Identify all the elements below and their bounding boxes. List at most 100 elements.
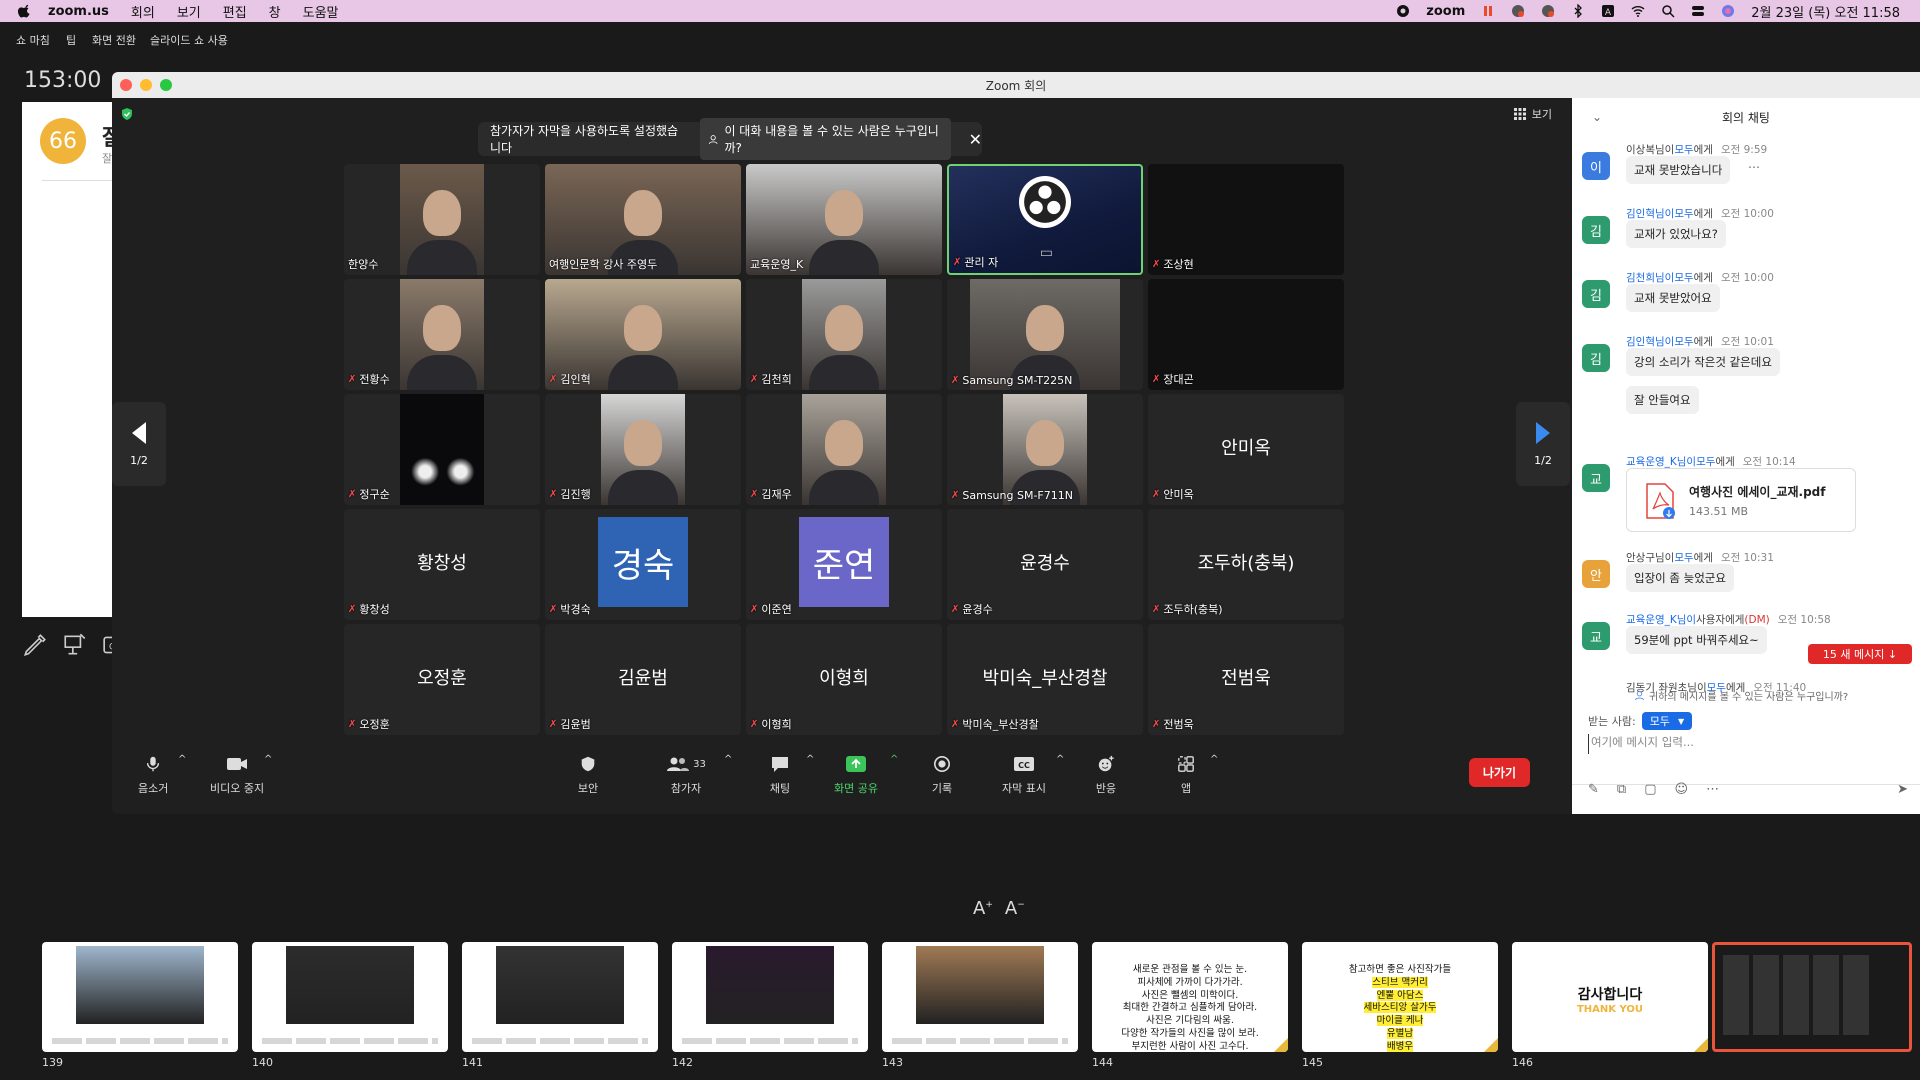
slide-thumbnail[interactable] [672, 942, 868, 1052]
participant-tile[interactable]: 이형희 ✗ 이형희 [746, 624, 942, 735]
participant-tile[interactable]: ✗ 정구순 [344, 394, 540, 505]
stop-video-button[interactable]: 비디오 중지 [210, 754, 264, 796]
participant-tile[interactable]: ▭ ✗ 관리 자 [947, 164, 1143, 275]
apps-options-chevron-icon[interactable]: ^ [1210, 754, 1218, 765]
video-options-chevron-icon[interactable]: ^ [264, 754, 272, 765]
captions-options-chevron-icon[interactable]: ^ [1056, 754, 1064, 765]
pause-icon[interactable] [1481, 4, 1495, 18]
show-captions-button[interactable]: CC 자막 표시 [1002, 754, 1046, 796]
increase-font-icon[interactable]: A+ [973, 898, 993, 919]
chat-status-icon[interactable] [1511, 4, 1525, 18]
participant-tile[interactable]: 경숙 ✗ 박경숙 [545, 509, 741, 620]
next-page-button[interactable]: 1/2 [1516, 402, 1570, 486]
send-icon[interactable]: ➤ [1897, 782, 1908, 797]
sender-name[interactable]: 이상복님이 [1626, 144, 1674, 156]
record-status-icon[interactable] [1396, 4, 1410, 18]
slide-thumbnail[interactable]: 감사합니다 THANK YOU [1512, 942, 1708, 1052]
sender-name[interactable]: 교육운영_K님이 [1626, 614, 1696, 626]
apps-button[interactable]: 앱 [1174, 754, 1198, 796]
recipient-dropdown[interactable]: 모두 ▼ [1641, 712, 1693, 730]
participants-button[interactable]: 33 참가자 [666, 754, 706, 796]
menu-meeting[interactable]: 회의 [131, 2, 155, 21]
participant-tile[interactable]: 윤경수 ✗ 윤경수 [947, 509, 1143, 620]
wifi-icon[interactable] [1631, 4, 1645, 18]
new-messages-button[interactable]: 15 새 메시지 ↓ [1808, 644, 1912, 664]
menu-help[interactable]: 도움말 [303, 2, 339, 21]
caption-visibility-button[interactable]: 이 대화 내용을 볼 수 있는 사람은 누구입니까? [700, 118, 951, 160]
participant-tile[interactable]: 교육운영_K [746, 164, 942, 275]
more-icon[interactable]: ⋯ [1706, 782, 1719, 797]
participant-tile[interactable]: 전범욱 ✗ 전범욱 [1148, 624, 1344, 735]
close-window-icon[interactable] [120, 79, 132, 91]
leave-meeting-button[interactable]: 나가기 [1468, 758, 1530, 787]
encryption-shield-icon[interactable] [120, 106, 134, 120]
slideshow-use-button[interactable]: 슬라이드 쇼 사용 [150, 32, 228, 48]
slide-thumbnail[interactable] [882, 942, 1078, 1052]
message-visibility-link[interactable]: 귀하의 메시지를 볼 수 있는 사람은 누구입니까? [1634, 688, 1848, 703]
input-source-icon[interactable]: A [1601, 4, 1615, 18]
zoom-status-label[interactable]: zoom [1426, 4, 1465, 19]
participant-tile[interactable]: 박미숙_부산경찰 ✗ 박미숙_부산경찰 [947, 624, 1143, 735]
menu-window[interactable]: 창 [269, 2, 281, 21]
decrease-font-icon[interactable]: A− [1005, 898, 1025, 919]
screen-share-status-icon[interactable] [1541, 4, 1555, 18]
chat-options-chevron-icon[interactable]: ^ [806, 754, 814, 765]
sender-name[interactable]: 교육운영_K님이 [1626, 456, 1696, 468]
format-icon[interactable]: ✎ [1588, 782, 1599, 797]
participant-tile[interactable]: 황창성 ✗ 황창성 [344, 509, 540, 620]
participant-tile[interactable]: ✗ 김재우 [746, 394, 942, 505]
maximize-window-icon[interactable] [160, 79, 172, 91]
security-button[interactable]: 보안 [576, 754, 600, 796]
participant-tile[interactable]: 여행인문학 강사 주영두 [545, 164, 741, 275]
participant-tile[interactable]: 조두하(충북) ✗ 조두하(충북) [1148, 509, 1344, 620]
file-attachment[interactable]: 여행사진 에세이_교재.pdf 143.51 MB [1626, 468, 1856, 532]
participant-tile[interactable]: ✗ 김천희 [746, 279, 942, 390]
chat-message-input[interactable]: 여기에 메시지 입력... [1588, 734, 1908, 754]
participant-tile[interactable]: 김윤범 ✗ 김윤범 [545, 624, 741, 735]
siri-icon[interactable] [1721, 4, 1735, 18]
share-screen-button[interactable]: 화면 공유 [834, 754, 878, 796]
switch-display-button[interactable]: 화면 전환 [92, 32, 136, 48]
participant-tile[interactable]: ✗ 김인혁 [545, 279, 741, 390]
sender-name[interactable]: 김천희님이 [1626, 272, 1674, 284]
participant-tile[interactable]: ✗ 장대곤 [1148, 279, 1344, 390]
slide-thumbnail[interactable] [252, 942, 448, 1052]
screenshot-icon[interactable]: ⧉ [1617, 782, 1626, 797]
pointer-icon[interactable] [62, 632, 88, 663]
participant-tile[interactable]: 준연 ✗ 이준연 [746, 509, 942, 620]
message-more-icon[interactable]: ⋯ [1748, 160, 1760, 174]
chat-button[interactable]: 채팅 [768, 754, 792, 796]
mute-button[interactable]: 음소거 [138, 754, 168, 796]
slide-thumbnail[interactable]: 참고하면 좋은 사진작가들 스티브 맥커리 엔뿔 아담스 세바스티앙 살가두 마이클 케… [1302, 942, 1498, 1052]
sender-name[interactable]: 안상구님이 [1626, 552, 1674, 564]
menu-edit[interactable]: 편집 [223, 2, 247, 21]
slide-thumbnail[interactable]: 새로운 관점을 볼 수 있는 눈. 피사체에 가까이 다가가라. 사진은 뺄셈의 미… [1092, 942, 1288, 1052]
bluetooth-icon[interactable] [1571, 3, 1585, 19]
slide-thumbnail[interactable] [462, 942, 658, 1052]
participants-options-chevron-icon[interactable]: ^ [724, 754, 732, 765]
slide-thumbnail[interactable] [1712, 942, 1912, 1052]
record-button[interactable]: 기록 [930, 754, 954, 796]
audio-options-chevron-icon[interactable]: ^ [178, 754, 186, 765]
spotlight-search-icon[interactable] [1661, 4, 1675, 18]
reactions-button[interactable]: 반응 [1094, 754, 1118, 796]
end-show-button[interactable]: 쇼 마침 [16, 32, 50, 48]
sender-name[interactable]: 김인혁님이 [1626, 208, 1674, 220]
menu-app[interactable]: zoom.us [48, 4, 109, 19]
participant-tile[interactable]: ✗ Samsung SM-T225N [947, 279, 1143, 390]
participant-tile[interactable]: 안미옥 ✗ 안미옥 [1148, 394, 1344, 505]
emoji-icon[interactable]: ☺ [1675, 782, 1689, 797]
participant-tile[interactable]: ✗ Samsung SM-F711N [947, 394, 1143, 505]
apple-icon[interactable] [18, 4, 32, 18]
pen-icon[interactable] [22, 632, 48, 663]
tips-button[interactable]: 팁 [66, 32, 76, 48]
participant-tile[interactable]: 오정훈 ✗ 오정훈 [344, 624, 540, 735]
menu-view[interactable]: 보기 [177, 2, 201, 21]
file-icon[interactable]: ▢ [1644, 782, 1656, 797]
slide-thumbnail[interactable] [42, 942, 238, 1052]
share-options-chevron-icon[interactable]: ^ [890, 754, 898, 765]
menubar-clock[interactable]: 2월 23일 (목) 오전 11:58 [1751, 2, 1900, 21]
participant-tile[interactable]: ✗ 조상현 [1148, 164, 1344, 275]
close-banner-icon[interactable]: ✕ [969, 130, 982, 149]
sender-name[interactable]: 김인혁님이 [1626, 336, 1674, 348]
